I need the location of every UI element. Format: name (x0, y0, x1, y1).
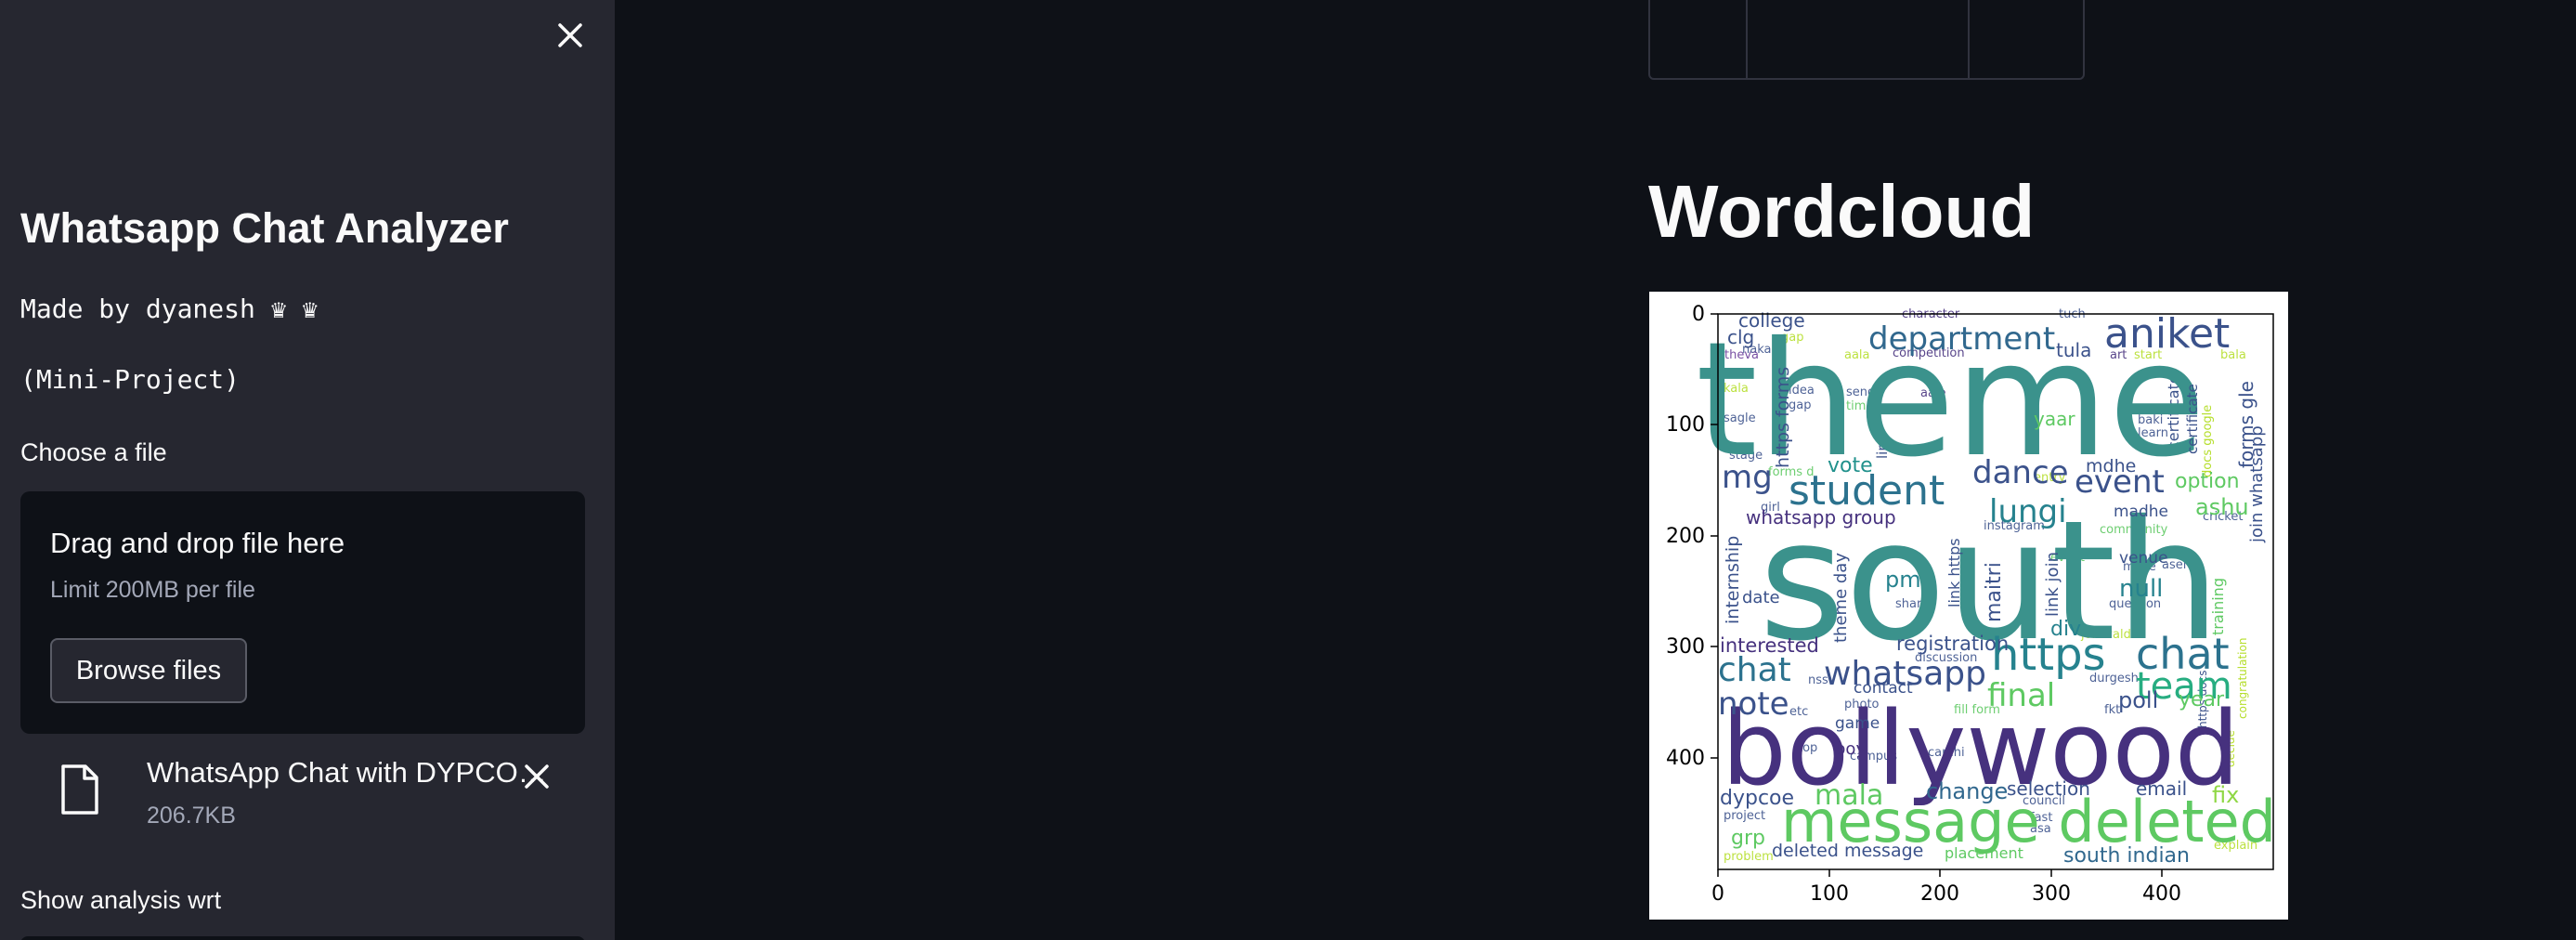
project-subtitle: (Mini-Project) (20, 364, 241, 395)
word-training: training (2209, 578, 2227, 635)
stats-table-bottom (1648, 0, 2085, 80)
x-tick-label: 100 (1810, 882, 1849, 906)
word-registration: registration (1896, 633, 2009, 655)
svg-text:project: project (1724, 809, 1765, 823)
dropzone-limit: Limit 200MB per file (50, 577, 255, 603)
word-clg: clg (1727, 326, 1754, 348)
wordcloud-plot: gap naka theva aala kala idea send gap t… (1666, 303, 2276, 906)
y-tick-label: 300 (1666, 635, 1705, 659)
word-year: year (2179, 688, 2225, 712)
word-link-join: link join (2043, 552, 2062, 617)
word-null: null (2119, 575, 2163, 603)
x-tick-label: 400 (2142, 882, 2181, 906)
y-tick-label: 100 (1666, 413, 1705, 437)
word-vote: vote (1828, 454, 1873, 477)
sidebar: Whatsapp Chat Analyzer Made by dyanesh ♛… (0, 0, 615, 940)
close-icon (558, 23, 582, 47)
analysis-wrt-label: Show analysis wrt (20, 886, 222, 914)
word-selection: selection (2007, 777, 2090, 800)
word-https-forms: https forms (1773, 367, 1793, 468)
word-placement: placement (1945, 844, 2023, 862)
file-icon (59, 764, 100, 816)
x-tick-label: 0 (1711, 882, 1724, 906)
word-contact: contact (1854, 679, 1913, 698)
uploaded-file-size: 206.7KB (147, 803, 236, 829)
app-title: Whatsapp Chat Analyzer (20, 204, 509, 252)
word-boy: boy (1835, 739, 1866, 759)
word-game: game (1835, 714, 1880, 733)
word-dance: dance (1972, 454, 2069, 491)
word-link-https: link https (1945, 538, 1963, 607)
word-dypcoe: dypcoe (1720, 787, 1794, 810)
word-whatsapp-group: whatsapp group (1746, 506, 1896, 529)
made-by-text: Made by dyanesh ♛ ♛ (20, 294, 319, 324)
browse-files-button[interactable]: Browse files (50, 638, 247, 703)
word-date: date (1742, 588, 1780, 607)
word-fix: fix (2212, 782, 2239, 808)
close-icon (525, 764, 549, 789)
word-pm: pm (1885, 567, 1921, 593)
dropzone-title: Drag and drop file here (50, 527, 345, 559)
y-tick-label: 200 (1666, 525, 1705, 548)
uploaded-file-name: WhatsApp Chat with DYPCO… (147, 756, 547, 789)
word-deleted-message: deleted message (1772, 841, 1923, 861)
word-note: note (1718, 685, 1789, 723)
wordcloud-heading: Wordcloud (1648, 170, 2036, 253)
remove-file-button[interactable] (520, 760, 553, 793)
word-tula: tula (2056, 339, 2091, 361)
word-yaar: yaar (2034, 408, 2075, 430)
word-department: department (1868, 320, 2055, 358)
word-mdhe: mdhe (2086, 456, 2136, 477)
word-theme-day: theme day (1831, 553, 1851, 643)
wordcloud-figure: gap naka theva aala kala idea send gap t… (1649, 292, 2288, 920)
word-mg: mg (1722, 459, 1773, 496)
x-tick-label: 300 (2032, 882, 2071, 906)
y-tick-label: 400 (1666, 747, 1705, 770)
analysis-user-select[interactable] (20, 936, 585, 940)
word-change: change (1926, 778, 2008, 804)
y-tick-label: 0 (1692, 303, 1705, 326)
word-internship: internship (1723, 536, 1743, 624)
word-interested: interested (1720, 634, 1819, 657)
word-lungi: lungi (1989, 493, 2067, 530)
file-dropzone[interactable]: Drag and drop file here Limit 200MB per … (20, 491, 585, 734)
word-chat-small: chat (1718, 651, 1791, 689)
close-sidebar-button[interactable] (552, 17, 589, 54)
choose-file-label: Choose a file (20, 438, 167, 466)
word-div: div (2050, 618, 2081, 641)
word-ashu: ashu (2195, 494, 2249, 520)
svg-text:problem: problem (1724, 850, 1774, 864)
word-poll: poll (2118, 687, 2158, 713)
word-mala: mala (1815, 779, 1883, 812)
word-final: final (1987, 677, 2055, 714)
word-venue: venue (2119, 549, 2168, 568)
word-grp: grp (1731, 827, 1765, 850)
x-tick-label: 200 (1920, 882, 1959, 906)
word-option: option (2175, 470, 2240, 493)
word-south-indian: south indian (2063, 844, 2190, 868)
word-madhe: madhe (2114, 503, 2168, 521)
word-email: email (2136, 777, 2187, 800)
word-aniket: aniket (2104, 310, 2230, 358)
word-certificate: certificate (2184, 384, 2201, 454)
word-join-whatsapp: join whatsapp (2247, 425, 2267, 543)
word-maitri: maitri (1983, 562, 2006, 622)
